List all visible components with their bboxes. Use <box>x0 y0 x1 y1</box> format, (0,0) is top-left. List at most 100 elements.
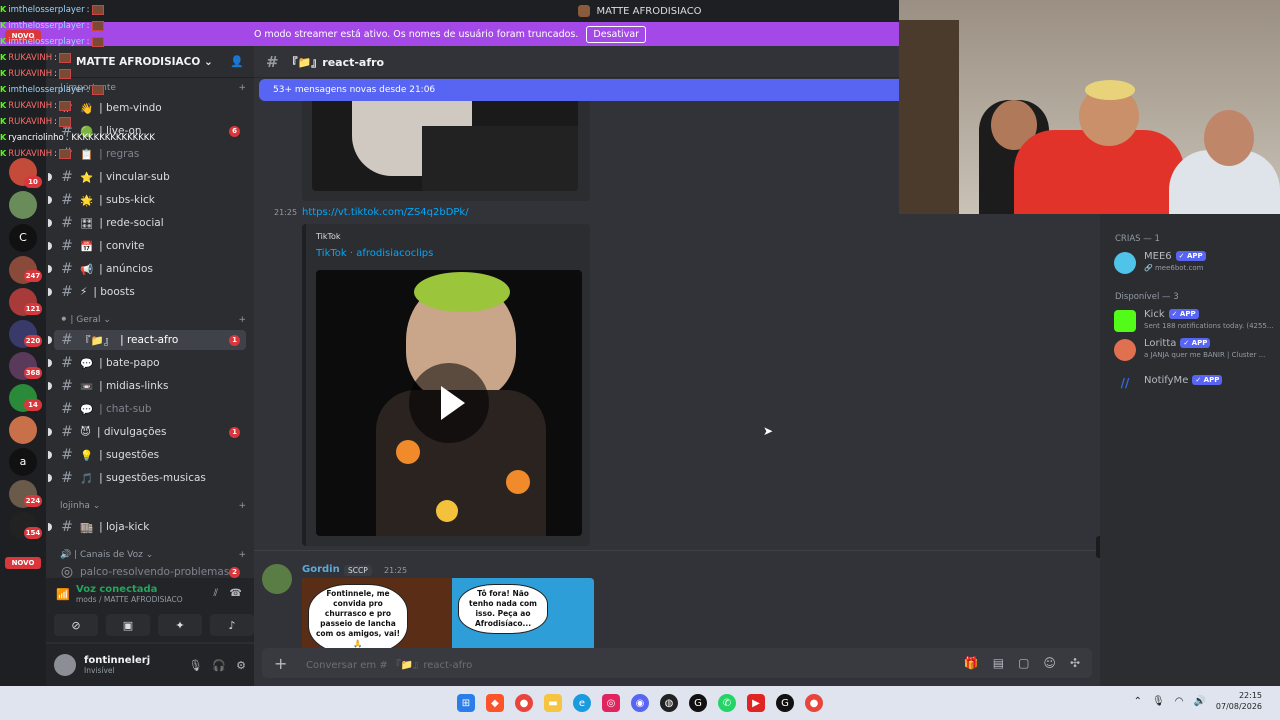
server-icon[interactable]: a <box>9 448 37 476</box>
add-member-icon[interactable]: 👤 <box>230 55 244 68</box>
embed-title[interactable]: TikTok · afrodisiacoclips <box>316 248 433 259</box>
headphones-icon[interactable]: 🎧 <box>212 659 226 672</box>
windows-start-icon[interactable]: ⊞ <box>457 694 475 712</box>
category-lojinha[interactable]: lojinha ⌄ + <box>54 498 246 514</box>
disconnect-icon[interactable]: ☎ <box>230 588 242 599</box>
channel-item[interactable]: # 💬 | chat-sub <box>54 399 246 419</box>
server-icon[interactable] <box>9 191 37 219</box>
avatar <box>1114 310 1136 332</box>
wifi-icon[interactable]: ◠ <box>1175 696 1184 707</box>
channel-item[interactable]: # 🎵 | sugestões-musicas <box>48 468 246 488</box>
avatar[interactable] <box>54 654 76 676</box>
message-link[interactable]: https://vt.tiktok.com/ZS4q2bDPk/ <box>302 207 469 218</box>
volume-icon[interactable]: 🔊 <box>1193 696 1205 707</box>
channel-item[interactable]: # ⚡ | boosts <box>48 282 246 302</box>
embed-video[interactable] <box>316 270 582 536</box>
overlay-chat-line: Kimthelosserplayer: <box>0 34 180 50</box>
channel-item[interactable]: # 🌟 | subs-kick <box>48 190 246 210</box>
screen-share-button[interactable]: ▣ <box>106 614 150 636</box>
message-composer[interactable]: + Conversar em # 『📁』react-afro 🎁 ▤ ▢ ☺ ✣ <box>262 648 1092 678</box>
hash-icon: # <box>61 447 73 463</box>
channel-item[interactable]: # 😈 | divulgações 1 <box>48 422 246 442</box>
chrome-icon[interactable]: ● <box>515 694 533 712</box>
channel-emoji: 🎛 <box>80 217 94 230</box>
chrome-icon[interactable]: ● <box>805 694 823 712</box>
member-item[interactable]: Loritta ✓ APP a JANJA quer me BANIR | Clu… <box>1114 337 1274 363</box>
activities-button[interactable]: ✦ <box>158 614 202 636</box>
channel-item[interactable]: # 📼 | midias-links <box>48 376 246 396</box>
channel-item[interactable]: # 📅 | convite <box>48 236 246 256</box>
microphone-icon[interactable]: 🎙 <box>1152 696 1165 707</box>
hash-icon: # <box>61 332 73 348</box>
disable-streamer-mode-button[interactable]: Desativar <box>586 25 647 43</box>
hash-icon: # <box>61 284 73 300</box>
obs-icon[interactable]: ◍ <box>660 694 678 712</box>
app-icon[interactable]: G <box>776 694 794 712</box>
whatsapp-icon[interactable]: ✆ <box>718 694 736 712</box>
avatar[interactable] <box>262 564 292 594</box>
app-icon[interactable]: ▶ <box>747 694 765 712</box>
add-channel-icon[interactable]: + <box>238 501 246 511</box>
stream-chat-overlay: Kimthelosserplayer: Kimthelosserplayer: … <box>0 2 180 162</box>
webcam-overlay <box>899 0 1280 214</box>
category-voz[interactable]: 🔊 | Canais de Voz ⌄ + <box>54 547 246 563</box>
app-root: MATTE AFRODISIACO O modo streamer está a… <box>0 0 1280 720</box>
add-channel-icon[interactable]: + <box>238 315 246 325</box>
brave-icon[interactable]: ◆ <box>486 694 504 712</box>
notifyme-icon: // <box>1120 376 1130 390</box>
microphone-icon[interactable]: 🎙 <box>188 659 202 672</box>
channel-emoji: 🎵 <box>80 472 94 485</box>
discord-icon[interactable]: ◉ <box>631 694 649 712</box>
add-channel-icon[interactable]: + <box>238 550 246 560</box>
chevron-up-icon[interactable]: ⌃ <box>1134 696 1142 707</box>
category-geral[interactable]: ⚫ | Geral ⌄ + <box>54 312 246 328</box>
unread-badge: 1 <box>229 334 240 346</box>
channel-item[interactable]: # 💬 | bate-papo <box>48 353 246 373</box>
channel-item[interactable]: # 🏬 | loja-kick <box>48 517 246 537</box>
apps-icon[interactable]: ✣ <box>1070 656 1080 670</box>
member-item[interactable]: // NotifyMe ✓ APP <box>1114 370 1274 396</box>
channel-emoji: 🏬 <box>80 521 94 534</box>
channel-item[interactable]: # ⭐ | vincular-sub <box>48 167 246 187</box>
new-messages-bar[interactable]: 53+ mensagens novas desde 21:06 <box>259 79 899 101</box>
add-attachment-icon[interactable]: + <box>274 654 292 673</box>
gift-icon[interactable]: 🎁 <box>964 656 979 670</box>
overlay-chat-line: K RUKAVINH: <box>0 50 180 66</box>
overlay-chat-line: Kimthelosserplayer: <box>0 18 180 34</box>
message-image[interactable]: Fontinnele, me convida pro churrasco e p… <box>302 578 594 658</box>
channel-title: 『📁』react-afro <box>286 55 385 69</box>
edge-icon[interactable]: e <box>573 694 591 712</box>
play-icon[interactable] <box>409 363 489 443</box>
voice-status[interactable]: Voz conectada <box>76 584 183 595</box>
server-badge: 14 <box>24 399 42 411</box>
member-item[interactable]: Kick ✓ APP Sent 188 notifications today. … <box>1114 308 1274 334</box>
channel-item-active[interactable]: # 『📁』 | react-afro 1 <box>48 330 246 350</box>
gif-icon[interactable]: ▤ <box>993 656 1004 670</box>
gear-icon[interactable]: ⚙ <box>236 659 246 672</box>
message-author[interactable]: Gordin <box>302 564 340 575</box>
channel-item[interactable]: # 🎛 | rede-social <box>48 213 246 233</box>
camera-off-button[interactable]: ⊘ <box>54 614 98 636</box>
overlay-chat-line: Kimthelosserplayer: <box>0 2 180 18</box>
server-icon[interactable]: C <box>9 224 37 252</box>
add-channel-icon[interactable]: + <box>238 83 246 93</box>
server-avatar-icon <box>578 5 591 17</box>
noise-suppression-icon[interactable]: ⫽ <box>214 588 218 599</box>
server-icon[interactable] <box>9 416 37 444</box>
channel-item[interactable]: # 📢 | anúncios <box>48 259 246 279</box>
folder-icon[interactable]: ▬ <box>544 694 562 712</box>
app-icon[interactable]: G <box>689 694 707 712</box>
embed-image[interactable] <box>312 96 578 191</box>
hash-icon: # <box>61 238 73 254</box>
app-icon[interactable]: ◎ <box>602 694 620 712</box>
soundboard-button[interactable]: ♪ <box>210 614 254 636</box>
sticker-icon[interactable]: ▢ <box>1018 656 1029 670</box>
member-item[interactable]: MEE6 ✓ APP 🔗 mee6bot.com <box>1114 250 1274 276</box>
channel-item[interactable]: # 💡 | sugestões <box>48 445 246 465</box>
overlay-chat-line: K RUKAVINH: <box>0 98 180 114</box>
hash-icon: # <box>61 424 73 440</box>
emoji-icon[interactable]: ☺ <box>1043 656 1056 670</box>
clock[interactable]: 22:15 07/08/2026 <box>1216 690 1262 712</box>
user-name: fontinnelerj <box>84 655 151 666</box>
system-tray: ⌃ 🎙 ◠ 🔊 22:15 07/08/2026 <box>1134 690 1262 712</box>
